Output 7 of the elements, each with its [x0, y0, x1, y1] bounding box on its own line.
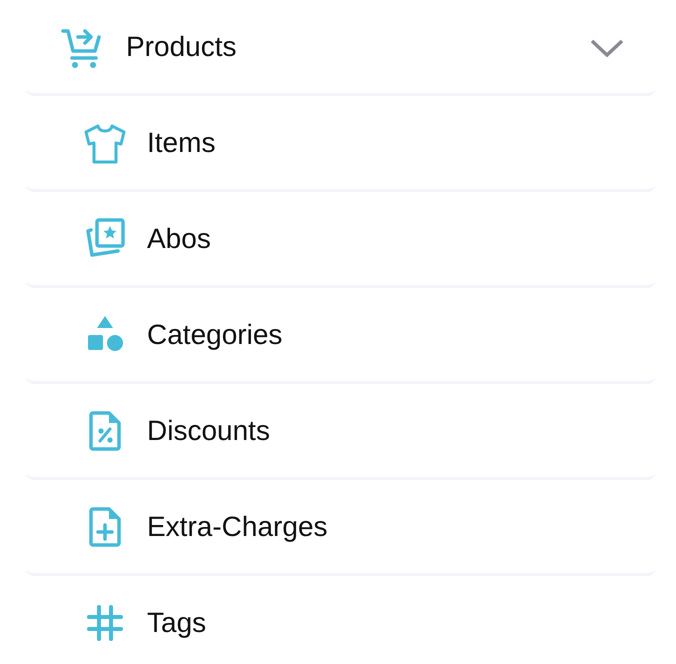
menu-item-label: Tags [147, 606, 206, 640]
menu-item-label: Categories [147, 318, 282, 352]
menu-item-label: Abos [147, 222, 211, 256]
menu-item-label: Extra-Charges [147, 510, 328, 544]
menu-item-label: Discounts [147, 414, 270, 448]
menu-item-label: Items [147, 126, 216, 160]
menu-title: Products [126, 30, 236, 64]
